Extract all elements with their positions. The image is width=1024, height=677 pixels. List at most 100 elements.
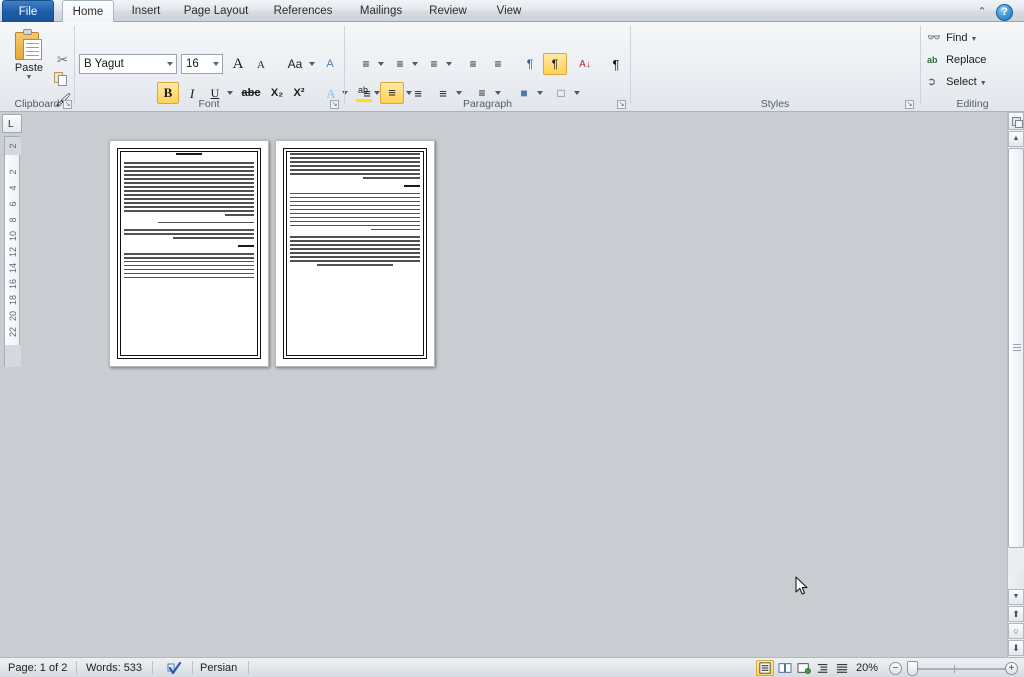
mouse-cursor	[795, 576, 808, 595]
multilevel-list-button[interactable]: ≡	[423, 53, 445, 75]
zoom-in-button[interactable]: +	[1005, 662, 1018, 675]
show-formatting-marks-button[interactable]: ¶	[605, 53, 627, 75]
tab-page-layout[interactable]: Page Layout	[176, 0, 256, 22]
vruler-mark-2: 4	[8, 185, 18, 191]
font-name-value: B Yagut	[84, 58, 124, 70]
document-page-2[interactable]	[275, 140, 435, 367]
minimize-ribbon-icon[interactable]: ⌃	[974, 6, 990, 18]
chevron-down-icon[interactable]	[167, 62, 173, 66]
borders-arrow-icon[interactable]	[574, 91, 580, 95]
cut-button[interactable]: ✂	[50, 48, 72, 68]
document-canvas[interactable]	[22, 112, 1002, 657]
scrollbar-thumb[interactable]	[1008, 148, 1024, 548]
line-spacing-arrow-icon[interactable]	[495, 91, 501, 95]
tab-home[interactable]: Home	[62, 0, 114, 22]
justify-arrow-icon[interactable]	[456, 91, 462, 95]
view-draft-button[interactable]	[833, 660, 851, 676]
scroll-up-button[interactable]: ▲	[1008, 131, 1024, 147]
vertical-ruler[interactable]: 2 2 4 6 8 10 12 14 16 18 20 22 26	[4, 136, 21, 367]
next-page-button[interactable]: ⬇	[1008, 640, 1024, 656]
increase-indent-button[interactable]: ≡	[486, 53, 510, 75]
bullets-arrow-icon[interactable]	[378, 62, 384, 66]
copy-button[interactable]	[50, 68, 72, 88]
document-page-1[interactable]	[109, 140, 269, 367]
vruler-mark-1: 2	[8, 169, 18, 175]
group-label-editing: Editing	[956, 98, 989, 110]
find-label: Find	[946, 32, 968, 44]
vruler-mark-3: 6	[8, 201, 18, 207]
vruler-mark-6: 12	[8, 247, 18, 258]
underline-arrow-icon[interactable]	[227, 91, 233, 95]
vertical-scrollbar[interactable]: ▲ ▼ ⬆ ○ ⬇	[1007, 112, 1024, 657]
decrease-indent-button[interactable]: ≡	[461, 53, 485, 75]
select-browse-object-button[interactable]: ○	[1008, 623, 1024, 639]
tab-references[interactable]: References	[264, 0, 342, 22]
split-window-icon[interactable]	[1008, 112, 1024, 130]
font-size-value: 16	[186, 58, 199, 70]
sort-button[interactable]: A↓	[573, 53, 597, 75]
tab-review[interactable]: Review	[420, 0, 476, 22]
tab-view[interactable]: View	[484, 0, 534, 22]
group-label-font: Font	[198, 98, 220, 110]
grow-font-button[interactable]: A	[227, 53, 249, 75]
paste-dropdown-arrow[interactable]: ▼	[9, 74, 49, 81]
font-dialog-launcher[interactable]: ↘	[330, 100, 339, 109]
tab-mailings[interactable]: Mailings	[350, 0, 412, 22]
clipboard-icon	[15, 29, 43, 61]
shading-arrow-icon[interactable]	[537, 91, 543, 95]
help-icon[interactable]: ?	[996, 4, 1013, 21]
proofing-check-icon[interactable]	[167, 662, 182, 675]
paragraph	[290, 236, 420, 266]
word-count[interactable]: Words: 533	[86, 658, 142, 677]
binoculars-icon: 👓	[927, 32, 941, 44]
numbering-arrow-icon[interactable]	[412, 62, 418, 66]
vruler-mark-9: 18	[8, 295, 18, 306]
shrink-font-button[interactable]: A	[250, 53, 272, 75]
ribbon: Paste ▼ ✂ 🖌 Clipboard ↘ B Yagut 16	[0, 22, 1024, 112]
tab-file[interactable]: File	[2, 0, 54, 22]
scissors-icon: ✂	[57, 52, 68, 67]
page-indicator[interactable]: Page: 1 of 2	[8, 658, 67, 677]
find-button[interactable]: 👓 Find ▼	[927, 28, 977, 49]
bullets-button[interactable]: ≡	[355, 53, 377, 75]
chevron-down-icon[interactable]	[213, 62, 219, 66]
zoom-out-button[interactable]: −	[889, 662, 902, 675]
paragraph-dialog-launcher[interactable]: ↘	[617, 100, 626, 109]
ribbon-group-paragraph: ≡ ≡ ≡ ≡ ≡ ¶ ¶ A↓ ¶ ≡ ≡ ≡ ≡ ≡ ■ □ Paragra…	[345, 22, 630, 112]
zoom-level[interactable]: 20%	[856, 658, 878, 677]
paste-button[interactable]: Paste ▼	[8, 26, 50, 88]
view-print-layout-button[interactable]	[756, 660, 774, 676]
language-indicator[interactable]: Persian	[200, 658, 237, 677]
font-size-input[interactable]: 16	[181, 54, 223, 74]
select-arrow-dropdown-icon[interactable]: ▼	[980, 80, 987, 87]
view-full-screen-reading-button[interactable]	[776, 660, 794, 676]
multilevel-list-arrow-icon[interactable]	[446, 62, 452, 66]
paste-label: Paste	[14, 62, 44, 74]
window-buttons: ⌃ ?	[974, 2, 1020, 22]
change-case-arrow-icon[interactable]	[309, 62, 315, 66]
copy-icon	[54, 72, 68, 86]
previous-page-button[interactable]: ⬆	[1008, 606, 1024, 622]
zoom-slider-track[interactable]	[908, 668, 1006, 670]
replace-button[interactable]: ab Replace	[927, 50, 986, 71]
change-case-button[interactable]: Aa	[282, 53, 308, 75]
styles-dialog-launcher[interactable]: ↘	[905, 100, 914, 109]
ribbon-group-clipboard: Paste ▼ ✂ 🖌 Clipboard ↘	[0, 22, 74, 112]
zoom-slider-handle[interactable]	[907, 661, 918, 676]
find-arrow-icon[interactable]: ▼	[971, 36, 978, 43]
tab-stop-selector[interactable]: L	[2, 114, 22, 133]
paragraph	[290, 153, 420, 179]
select-button[interactable]: ➲ Select ▼	[927, 72, 987, 93]
view-web-layout-button[interactable]	[795, 660, 813, 676]
view-outline-button[interactable]	[814, 660, 832, 676]
page-content-1	[124, 153, 254, 354]
tab-insert[interactable]: Insert	[120, 0, 172, 22]
rtl-text-direction-button[interactable]: ¶	[543, 53, 567, 75]
clipboard-dialog-launcher[interactable]: ↘	[63, 100, 72, 109]
ltr-text-direction-button[interactable]: ¶	[518, 53, 542, 75]
scroll-down-button[interactable]: ▼	[1008, 589, 1024, 605]
clear-formatting-button[interactable]: A	[318, 53, 342, 75]
font-name-input[interactable]: B Yagut	[79, 54, 177, 74]
paragraph	[124, 162, 254, 216]
numbering-button[interactable]: ≡	[389, 53, 411, 75]
